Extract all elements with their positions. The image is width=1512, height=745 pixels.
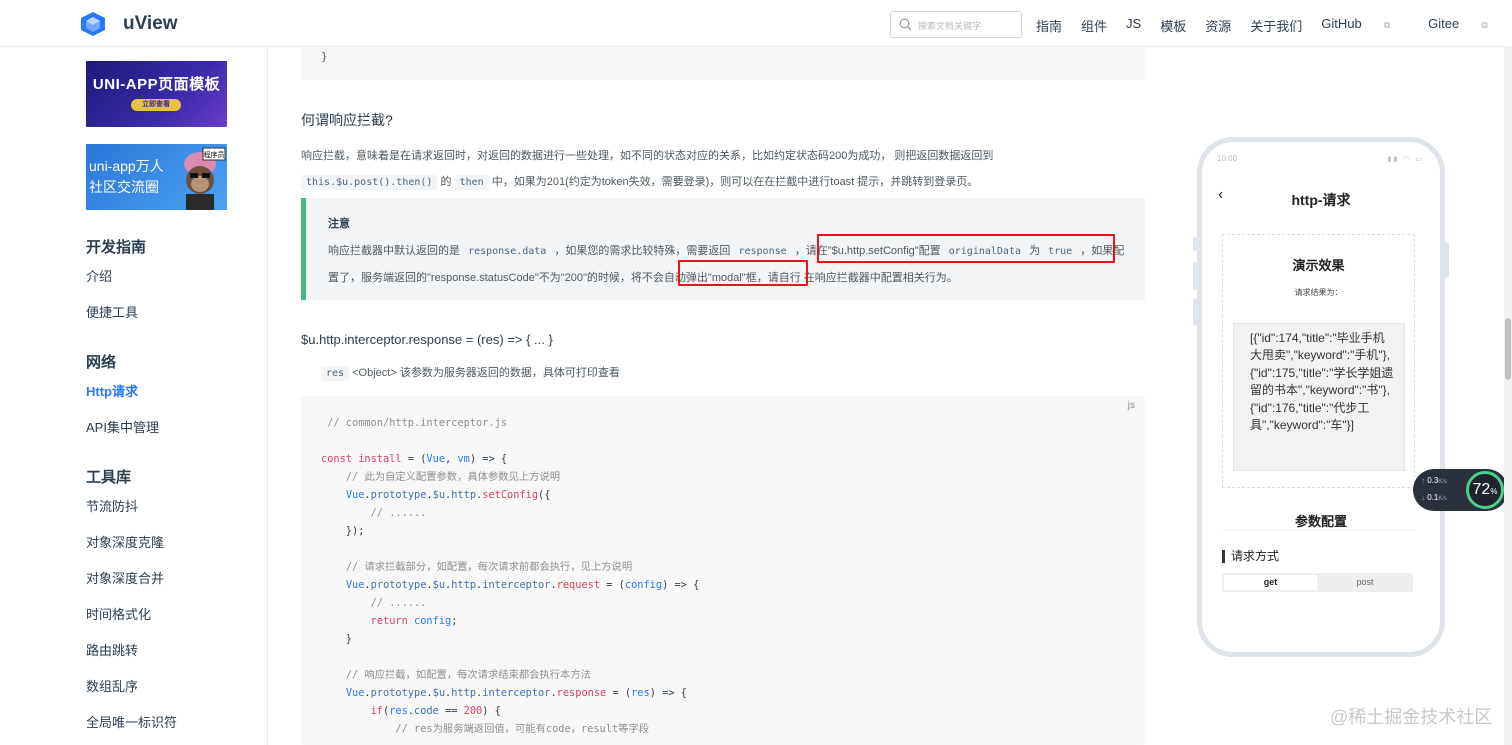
usage-percent: 72 (1472, 481, 1491, 498)
phone-time: 10:00 (1217, 154, 1238, 163)
upload-arrow-icon: ↑ (1421, 476, 1425, 485)
highlight-box-setconfig (817, 234, 1115, 263)
demo-title: 演示效果 (1292, 258, 1345, 273)
speed-unit: K/s (1438, 479, 1448, 485)
sidebar-item-intro[interactable]: 介绍 (86, 266, 112, 285)
sidebar-item-deepclone[interactable]: 对象深度克隆 (86, 532, 164, 551)
nav-links: 指南 组件 JS 模板 资源 关于我们 GitHub ⧉ Gitee ⧉ (1036, 16, 1512, 35)
banner1-button[interactable]: 立即查看 (131, 99, 181, 111)
community-banner[interactable]: uni-app万人 社区交流圈 程序员 (86, 144, 227, 210)
param-description: res <Object> 该参数为服务器返回的数据，具体可打印查看 (321, 364, 620, 381)
code-language-label: js (1127, 400, 1135, 411)
nav-resources[interactable]: 资源 (1205, 16, 1231, 35)
divider (1222, 530, 1415, 531)
watermark: @稀土掘金技术社区 (1330, 707, 1493, 727)
nav-github[interactable]: GitHub ⧉ (1321, 16, 1409, 35)
upload-speed: ↑ 0.3K/s (1421, 476, 1447, 485)
code-content: // common/http.interceptor.js const inst… (321, 417, 700, 735)
external-link-icon: ⧉ (1481, 20, 1488, 30)
banner2-line2: 社区交流圈 (89, 179, 159, 195)
search-input[interactable]: 搜索文档关键字 (890, 11, 1022, 38)
download-arrow-icon: ↓ (1421, 493, 1425, 502)
sidebar-item-guid[interactable]: 全局唯一标识符 (86, 712, 177, 731)
brand-name[interactable]: uView (123, 13, 178, 35)
p1-text-a: 响应拦截，意味着是在请求返回时，对返回的数据进行一些处理，如不同的状态对应的关系… (301, 150, 994, 162)
demo-panel: 演示效果 请求结果为： [{"id":174,"title":"毕业手机大甩卖"… (1222, 234, 1415, 488)
tab-get[interactable]: get (1224, 575, 1317, 590)
tip-text: 响应拦截器中默认返回的是 (328, 245, 460, 257)
nav-about[interactable]: 关于我们 (1250, 16, 1302, 35)
tip-title: 注意 (328, 218, 350, 230)
phone-preview: 10:00 ▮▮ ◠ ▭ ‹ http-请求 演示效果 请求结果为： [{"id… (1193, 137, 1449, 657)
sidebar-group-tools: 工具库 (86, 469, 132, 486)
speed-unit: K/s (1438, 496, 1448, 502)
p1-text-b: 的 (440, 176, 452, 188)
code-block-top: } (301, 47, 1145, 80)
sidebar-group-network: 网络 (86, 354, 117, 371)
scrollbar-thumb[interactable] (1505, 318, 1511, 380)
sidebar-item-http[interactable]: Http请求 (86, 381, 138, 400)
sidebar-group-dev-guide: 开发指南 (86, 239, 147, 256)
nav-github-label: GitHub (1321, 16, 1362, 31)
request-method-label: 请求方式 (1222, 550, 1279, 563)
sidebar: UNI-APP页面模板 立即查看 uni-app万人 社区交流圈 程序员 开发指南… (0, 47, 268, 745)
search-placeholder: 搜索文档关键字 (918, 21, 982, 31)
banner2-line1: uni-app万人 (89, 158, 164, 174)
phone-side-button (1193, 298, 1197, 326)
sidebar-item-shuffle[interactable]: 数组乱序 (86, 676, 138, 695)
upload-value: 0.3 (1427, 476, 1439, 485)
sidebar-item-tools[interactable]: 便捷工具 (86, 302, 138, 321)
nav-gitee[interactable]: Gitee ⧉ (1428, 16, 1507, 35)
tip-text: ，如果您的需求比较特殊，需要返回 (554, 245, 731, 257)
inline-code: response.data (463, 244, 552, 259)
inline-code: then (454, 175, 489, 190)
p1-text-c: 中，如果为201(约定为token失效，需要登录)，则可以在在拦截中进行toas… (491, 176, 979, 188)
tab-post[interactable]: post (1319, 575, 1411, 590)
banner2-title: uni-app万人 社区交流圈 (89, 156, 164, 198)
download-speed: ↓ 0.1K/s (1421, 493, 1447, 502)
api-signature-heading: $u.http.interceptor.response = (res) => … (301, 332, 553, 347)
page-scrollbar[interactable] (1504, 47, 1512, 745)
download-value: 0.1 (1427, 493, 1439, 502)
ape-mascot-icon: 程序员 (184, 147, 226, 210)
memory-usage-gauge: 72% (1466, 471, 1504, 509)
phone-page-title: http-请求 (1291, 192, 1351, 208)
method-segmented-control: get post (1222, 573, 1413, 592)
uview-logo-icon[interactable] (80, 11, 106, 37)
request-result: [{"id":174,"title":"毕业手机大甩卖","keyword":"… (1233, 323, 1405, 471)
nav-guide[interactable]: 指南 (1036, 16, 1062, 35)
signal-wifi-battery-icon: ▮▮ ◠ ▭ (1387, 156, 1424, 163)
param-config-title: 参数配置 (1294, 514, 1347, 529)
nav-templates[interactable]: 模板 (1160, 16, 1186, 35)
search-icon (899, 18, 912, 31)
sidebar-item-throttle[interactable]: 节流防抖 (86, 496, 138, 515)
external-link-icon: ⧉ (1383, 20, 1391, 30)
nav-gitee-label: Gitee (1428, 16, 1460, 31)
inline-code: this.$u.post().then() (301, 175, 438, 190)
phone-side-button (1445, 242, 1449, 278)
sidebar-item-deepmerge[interactable]: 对象深度合并 (86, 568, 164, 587)
sidebar-item-timeformat[interactable]: 时间格式化 (86, 604, 151, 623)
code-brace: } (321, 50, 328, 63)
banner1-title: UNI-APP页面模板 (92, 76, 221, 93)
inline-code: res (321, 366, 350, 381)
top-navbar: uView 搜索文档关键字 指南 组件 JS 模板 资源 关于我们 GitHub… (0, 0, 1512, 47)
section-heading-response-intercept: 何谓响应拦截? (301, 112, 393, 128)
uniapp-template-banner[interactable]: UNI-APP页面模板 立即查看 (86, 61, 227, 127)
sidebar-item-api[interactable]: API集中管理 (86, 417, 159, 436)
code-block[interactable]: js // common/http.interceptor.js const i… (301, 396, 1145, 745)
demo-subtitle: 请求结果为： (1294, 288, 1343, 297)
intro-paragraph: 响应拦截，意味着是在请求返回时，对返回的数据进行一些处理，如不同的状态对应的关系… (301, 143, 1141, 196)
nav-components[interactable]: 组件 (1081, 16, 1107, 35)
banner2-tag: 程序员 (204, 150, 225, 159)
highlight-box-modal (678, 260, 808, 286)
nav-js[interactable]: JS (1126, 16, 1141, 35)
inline-code: response (733, 244, 792, 259)
param-desc-text: <Object> 该参数为服务器返回的数据，具体可打印查看 (352, 367, 620, 379)
phone-side-button (1193, 237, 1197, 251)
network-speed-widget[interactable]: ↑ 0.3K/s ↓ 0.1K/s 72% (1413, 469, 1508, 511)
phone-side-button (1193, 262, 1197, 290)
sidebar-item-route[interactable]: 路由跳转 (86, 640, 138, 659)
